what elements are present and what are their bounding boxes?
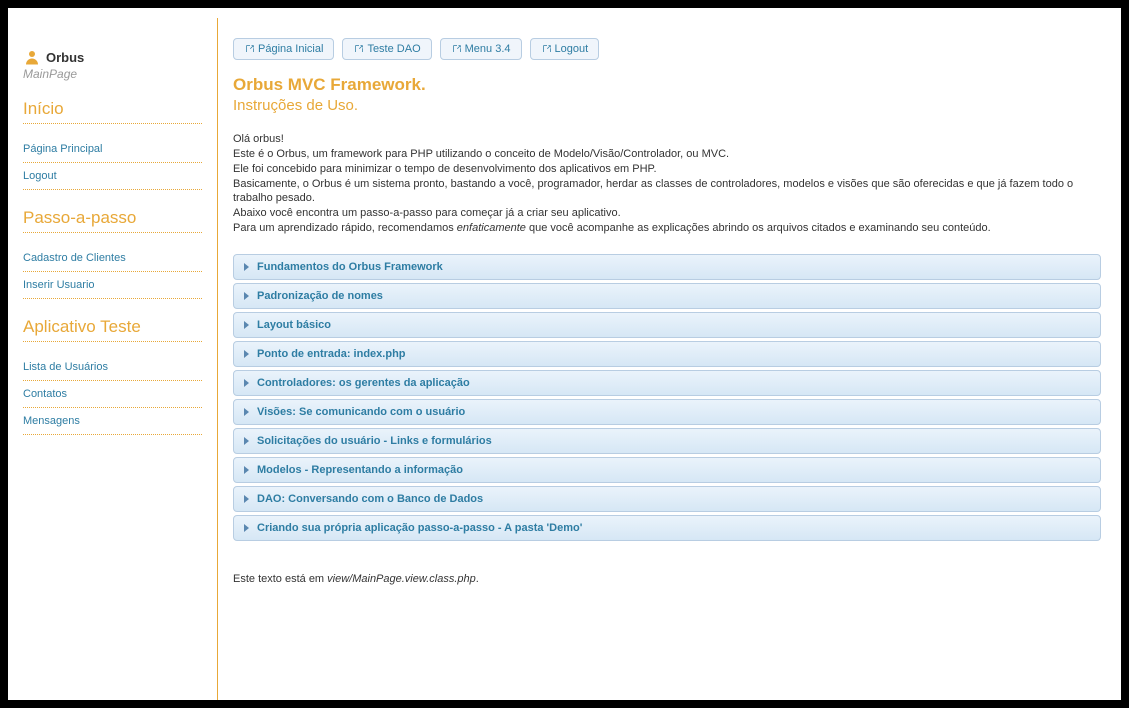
chevron-right-icon bbox=[244, 408, 249, 416]
accordion-label: Solicitações do usuário - Links e formul… bbox=[257, 435, 492, 447]
sidebar-item-logout[interactable]: Logout bbox=[23, 163, 202, 190]
intro-p4: Abaixo você encontra um passo-a-passo pa… bbox=[233, 206, 1101, 221]
logo: Orbus bbox=[23, 48, 202, 66]
accordion-item[interactable]: Layout básico bbox=[233, 312, 1101, 338]
main-content: Página Inicial Teste DAO Menu 3.4 Logout… bbox=[218, 18, 1121, 700]
chevron-right-icon bbox=[244, 466, 249, 474]
accordion-label: Ponto de entrada: index.php bbox=[257, 348, 406, 360]
footer-note: Este texto está em view/MainPage.view.cl… bbox=[233, 573, 1101, 585]
accordion-item[interactable]: DAO: Conversando com o Banco de Dados bbox=[233, 486, 1101, 512]
toolbar-btn-menu34[interactable]: Menu 3.4 bbox=[440, 38, 522, 60]
accordion-item[interactable]: Solicitações do usuário - Links e formul… bbox=[233, 428, 1101, 454]
sidebar-item-mensagens[interactable]: Mensagens bbox=[23, 408, 202, 435]
intro-p3: Basicamente, o Orbus é um sistema pronto… bbox=[233, 177, 1101, 207]
intro-p2: Ele foi concebido para minimizar o tempo… bbox=[233, 162, 1101, 177]
toolbar-btn-label: Menu 3.4 bbox=[465, 43, 511, 55]
intro-p5: Para um aprendizado rápido, recomendamos… bbox=[233, 221, 1101, 236]
accordion-item[interactable]: Visões: Se comunicando com o usuário bbox=[233, 399, 1101, 425]
toolbar-btn-label: Página Inicial bbox=[258, 43, 323, 55]
sidebar-item-lista-usuarios[interactable]: Lista de Usuários bbox=[23, 354, 202, 381]
toolbar-btn-pagina-inicial[interactable]: Página Inicial bbox=[233, 38, 334, 60]
accordion-label: Visões: Se comunicando com o usuário bbox=[257, 406, 465, 418]
chevron-right-icon bbox=[244, 292, 249, 300]
extlink-icon bbox=[451, 43, 463, 55]
chevron-right-icon bbox=[244, 350, 249, 358]
toolbar: Página Inicial Teste DAO Menu 3.4 Logout bbox=[233, 38, 1101, 60]
sidebar-section-inicio: Início bbox=[23, 99, 202, 124]
page-title: Orbus MVC Framework. bbox=[233, 75, 1101, 95]
toolbar-btn-logout[interactable]: Logout bbox=[530, 38, 600, 60]
chevron-right-icon bbox=[244, 524, 249, 532]
accordion-item[interactable]: Modelos - Representando a informação bbox=[233, 457, 1101, 483]
sidebar-section-passo: Passo-a-passo bbox=[23, 208, 202, 233]
intro-p1: Este é o Orbus, um framework para PHP ut… bbox=[233, 147, 1101, 162]
accordion-label: Modelos - Representando a informação bbox=[257, 464, 463, 476]
chevron-right-icon bbox=[244, 495, 249, 503]
extlink-icon bbox=[353, 43, 365, 55]
toolbar-btn-label: Logout bbox=[555, 43, 589, 55]
sidebar-item-cadastro[interactable]: Cadastro de Clientes bbox=[23, 245, 202, 272]
accordion-label: Fundamentos do Orbus Framework bbox=[257, 261, 443, 273]
sidebar-item-pagina-principal[interactable]: Página Principal bbox=[23, 136, 202, 163]
toolbar-btn-label: Teste DAO bbox=[367, 43, 420, 55]
app-frame: Orbus MainPage Início Página Principal L… bbox=[8, 8, 1121, 700]
accordion-label: DAO: Conversando com o Banco de Dados bbox=[257, 493, 483, 505]
accordion-label: Padronização de nomes bbox=[257, 290, 383, 302]
accordion-item[interactable]: Padronização de nomes bbox=[233, 283, 1101, 309]
container: Orbus MainPage Início Página Principal L… bbox=[8, 8, 1121, 700]
chevron-right-icon bbox=[244, 321, 249, 329]
accordion: Fundamentos do Orbus Framework Padroniza… bbox=[233, 254, 1101, 543]
user-icon bbox=[23, 48, 41, 66]
accordion-item[interactable]: Criando sua própria aplicação passo-a-pa… bbox=[233, 515, 1101, 541]
chevron-right-icon bbox=[244, 379, 249, 387]
intro-text: Olá orbus! Este é o Orbus, um framework … bbox=[233, 132, 1101, 236]
sidebar: Orbus MainPage Início Página Principal L… bbox=[8, 18, 218, 700]
page-subtitle: Instruções de Uso. bbox=[233, 97, 1101, 114]
sidebar-section-aplicativo: Aplicativo Teste bbox=[23, 317, 202, 342]
accordion-label: Criando sua própria aplicação passo-a-pa… bbox=[257, 522, 582, 534]
extlink-icon bbox=[541, 43, 553, 55]
brand-name: Orbus bbox=[46, 50, 84, 65]
chevron-right-icon bbox=[244, 263, 249, 271]
toolbar-btn-teste-dao[interactable]: Teste DAO bbox=[342, 38, 431, 60]
sidebar-item-contatos[interactable]: Contatos bbox=[23, 381, 202, 408]
sidebar-item-inserir-usuario[interactable]: Inserir Usuario bbox=[23, 272, 202, 299]
chevron-right-icon bbox=[244, 437, 249, 445]
extlink-icon bbox=[244, 43, 256, 55]
brand-subtitle: MainPage bbox=[23, 67, 202, 81]
accordion-item[interactable]: Fundamentos do Orbus Framework bbox=[233, 254, 1101, 280]
accordion-label: Controladores: os gerentes da aplicação bbox=[257, 377, 470, 389]
accordion-item[interactable]: Ponto de entrada: index.php bbox=[233, 341, 1101, 367]
accordion-item[interactable]: Controladores: os gerentes da aplicação bbox=[233, 370, 1101, 396]
intro-greeting: Olá orbus! bbox=[233, 132, 1101, 147]
accordion-label: Layout básico bbox=[257, 319, 331, 331]
